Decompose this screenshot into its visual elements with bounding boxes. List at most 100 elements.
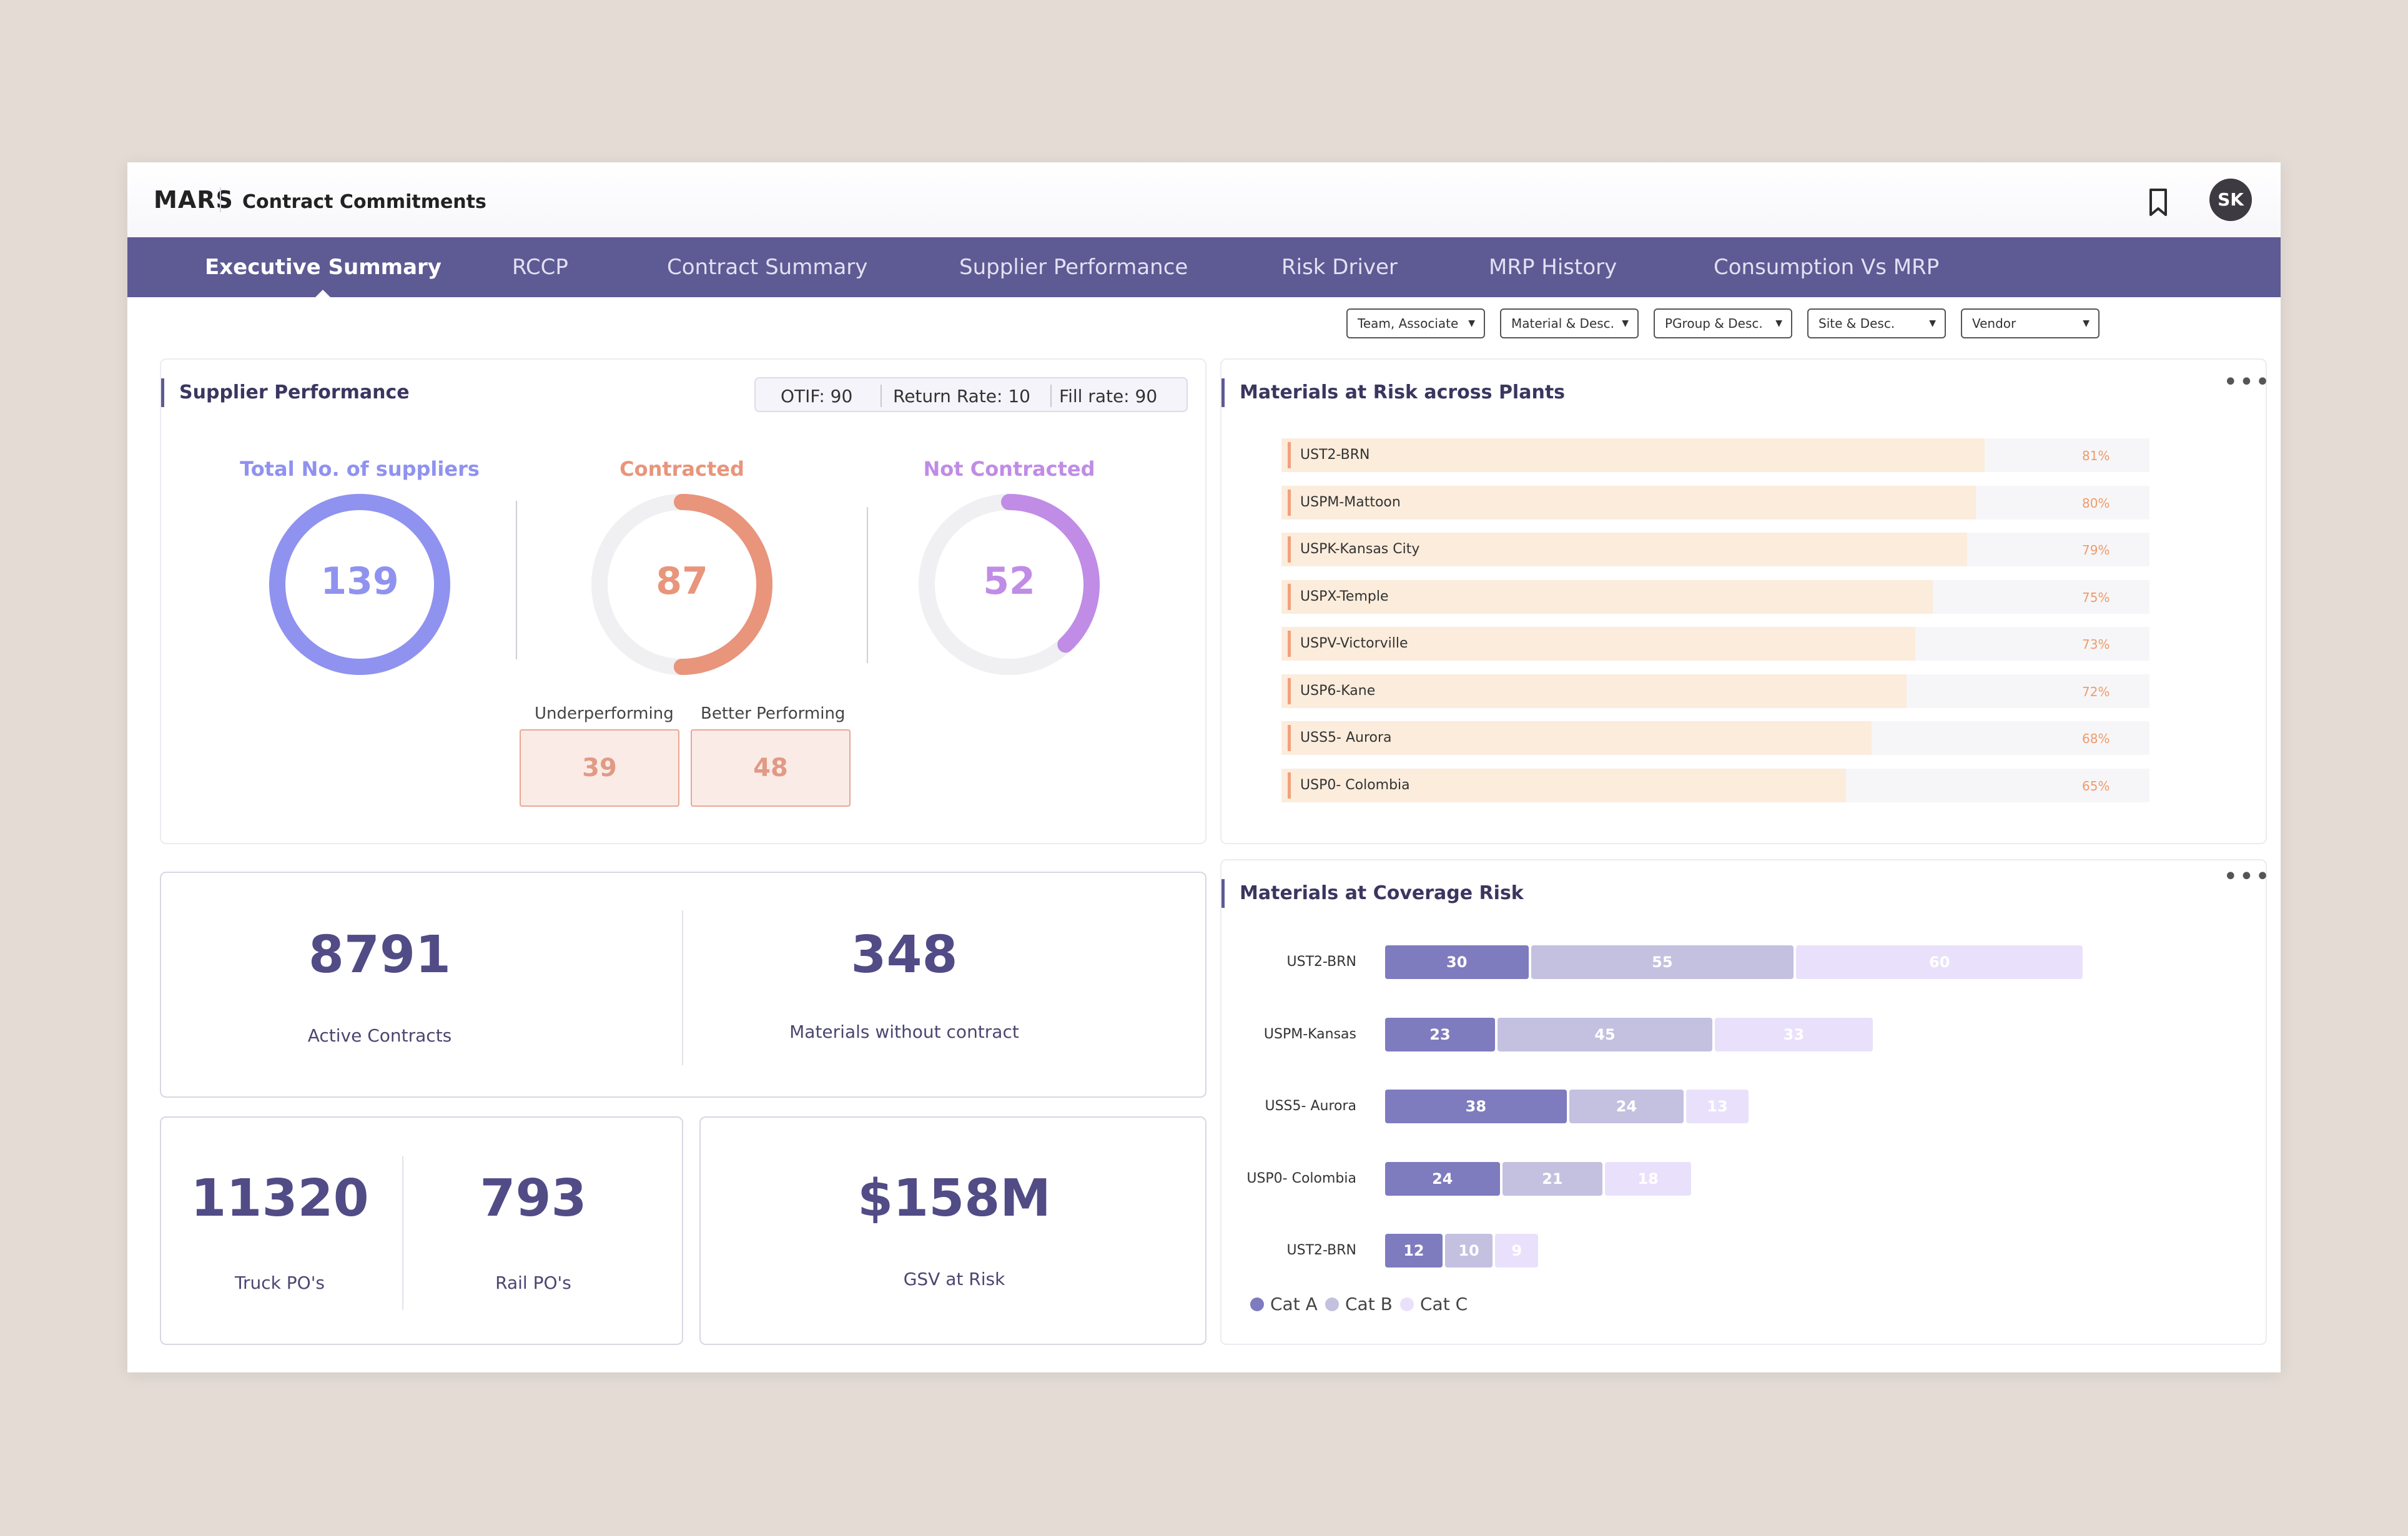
total-suppliers-label: Total No. of suppliers bbox=[240, 457, 480, 481]
contracted-value: 87 bbox=[656, 559, 708, 603]
coverage-bar-segment[interactable]: 38 bbox=[1385, 1090, 1567, 1123]
coverage-bar-segment[interactable]: 21 bbox=[1502, 1161, 1603, 1196]
tab-contract-summary[interactable]: Contract Summary bbox=[667, 237, 867, 297]
app-title: Contract Commitments bbox=[242, 191, 486, 213]
more-options-icon[interactable]: ••• bbox=[2223, 864, 2271, 889]
coverage-bar-segment[interactable]: 18 bbox=[1605, 1161, 1691, 1196]
risk-bar-marker bbox=[1288, 442, 1291, 468]
tab-consumption-vs-mrp[interactable]: Consumption Vs MRP bbox=[1714, 237, 1939, 297]
coverage-category-label: UST2-BRN bbox=[1286, 954, 1357, 970]
risk-plant-name: USP6-Kane bbox=[1300, 682, 1376, 699]
coverage-bar-segment[interactable]: 23 bbox=[1385, 1017, 1495, 1051]
otif-value: OTIF: 90 bbox=[781, 386, 853, 406]
legend-label: Cat C bbox=[1420, 1294, 1468, 1314]
risk-bar-marker bbox=[1288, 536, 1291, 563]
coverage-bar-segment[interactable]: 12 bbox=[1385, 1234, 1443, 1268]
donut-divider bbox=[516, 501, 517, 659]
risk-row[interactable]: USPX-Temple 75% bbox=[1281, 579, 2149, 614]
brand-logo[interactable]: MARS bbox=[154, 186, 234, 214]
coverage-bar-segment[interactable]: 10 bbox=[1444, 1234, 1493, 1268]
brand-divider bbox=[220, 187, 221, 212]
risk-percentage: 80% bbox=[2082, 495, 2110, 511]
gsv-at-risk-value: $158M bbox=[857, 1169, 1051, 1228]
legend-dot-icon bbox=[1400, 1297, 1414, 1311]
risk-plant-name: USPM-Mattoon bbox=[1300, 494, 1401, 510]
risk-row[interactable]: USS5- Aurora 68% bbox=[1281, 721, 2149, 755]
risk-percentage: 72% bbox=[2082, 684, 2110, 699]
contracted-label: Contracted bbox=[619, 457, 744, 481]
risk-row[interactable]: USP0- Colombia 65% bbox=[1281, 768, 2149, 802]
filter-site-desc[interactable]: Site & Desc. ▼ bbox=[1807, 308, 1946, 338]
main-nav: Executive Summary RCCP Contract Summary … bbox=[127, 237, 2281, 298]
rail-po-value: 793 bbox=[480, 1169, 587, 1228]
coverage-bar-segment[interactable]: 33 bbox=[1715, 1017, 1873, 1051]
coverage-risk-card: Materials at Coverage Risk ••• UST2-BRN 3… bbox=[1220, 859, 2270, 1345]
tab-risk-driver[interactable]: Risk Driver bbox=[1281, 237, 1398, 297]
legend-item: Cat B bbox=[1325, 1294, 1393, 1314]
chip-divider bbox=[1050, 385, 1052, 407]
coverage-bar-segment[interactable]: 30 bbox=[1385, 945, 1529, 979]
bookmark-icon[interactable] bbox=[2146, 187, 2171, 217]
contracts-card: 8791 Active Contracts 348 Materials with… bbox=[160, 872, 1206, 1098]
gsv-card: $158M GSV at Risk bbox=[699, 1116, 1206, 1345]
more-options-icon[interactable]: ••• bbox=[2223, 370, 2271, 395]
filter-pgroup-desc[interactable]: PGroup & Desc. ▼ bbox=[1654, 308, 1792, 338]
filter-label: PGroup & Desc. bbox=[1665, 316, 1763, 331]
total-suppliers-value: 139 bbox=[320, 559, 399, 603]
active-contracts-label: Active Contracts bbox=[307, 1025, 452, 1046]
return-rate-value: Return Rate: 10 bbox=[893, 386, 1030, 406]
gsv-at-risk-label: GSV at Risk bbox=[903, 1269, 1005, 1289]
filter-label: Site & Desc. bbox=[1818, 316, 1895, 331]
card-title: Supplier Performance bbox=[161, 378, 410, 407]
risk-row[interactable]: UST2-BRN 81% bbox=[1281, 438, 2149, 472]
risk-bar-marker bbox=[1288, 677, 1291, 704]
risk-row[interactable]: USPV-Victorville 73% bbox=[1281, 627, 2149, 661]
risk-row[interactable]: USPM-Mattoon 80% bbox=[1281, 485, 2149, 519]
tab-executive-summary[interactable]: Executive Summary bbox=[205, 237, 442, 298]
dropdown-caret-icon: ▼ bbox=[1929, 318, 1936, 328]
risk-plant-name: USPX-Temple bbox=[1300, 588, 1389, 604]
risk-row[interactable]: USP6-Kane 72% bbox=[1281, 674, 2149, 708]
dropdown-caret-icon: ▼ bbox=[2083, 318, 2090, 328]
underperforming-label: Underperforming bbox=[535, 704, 674, 723]
not-contracted-value: 52 bbox=[983, 559, 1035, 603]
coverage-bar-segment[interactable]: 9 bbox=[1495, 1234, 1539, 1268]
legend-dot-icon bbox=[1250, 1297, 1264, 1311]
risk-bar-marker bbox=[1288, 489, 1291, 516]
risk-plant-name: USP0- Colombia bbox=[1300, 777, 1410, 793]
tab-supplier-performance[interactable]: Supplier Performance bbox=[959, 237, 1188, 297]
coverage-bar-segment[interactable]: 45 bbox=[1497, 1017, 1713, 1051]
risk-bar-marker bbox=[1288, 583, 1291, 610]
better-performing-value[interactable]: 48 bbox=[691, 729, 851, 807]
truck-po-label: Truck PO's bbox=[235, 1273, 325, 1293]
filter-team-associate[interactable]: Team, Associate ▼ bbox=[1346, 308, 1485, 338]
fill-rate-value: Fill rate: 90 bbox=[1059, 386, 1158, 406]
filter-vendor[interactable]: Vendor ▼ bbox=[1961, 308, 2100, 338]
coverage-bar-segment[interactable]: 24 bbox=[1569, 1090, 1684, 1123]
risk-bar-marker bbox=[1288, 772, 1291, 799]
filter-label: Team, Associate bbox=[1358, 316, 1459, 331]
coverage-bar-segment[interactable]: 13 bbox=[1686, 1090, 1749, 1123]
underperforming-value[interactable]: 39 bbox=[520, 729, 679, 807]
coverage-bar-segment[interactable]: 55 bbox=[1531, 945, 1794, 979]
risk-bar-marker bbox=[1288, 631, 1291, 657]
materials-risk-card: Materials at Risk across Plants ••• UST2… bbox=[1220, 358, 2270, 844]
risk-plant-name: USPK-Kansas City bbox=[1300, 541, 1420, 557]
coverage-category-label: USS5- Aurora bbox=[1265, 1098, 1356, 1114]
risk-row[interactable]: USPK-Kansas City 79% bbox=[1281, 533, 2149, 566]
legend-item: Cat A bbox=[1250, 1294, 1318, 1314]
active-contracts-value: 8791 bbox=[308, 925, 452, 985]
filter-material-desc[interactable]: Material & Desc. ▼ bbox=[1500, 308, 1639, 338]
app-window: MARS Contract Commitments SK Executive S… bbox=[127, 162, 2281, 1372]
user-avatar[interactable]: SK bbox=[2209, 179, 2252, 221]
coverage-bar-segment[interactable]: 24 bbox=[1385, 1161, 1500, 1196]
risk-percentage: 73% bbox=[2082, 637, 2110, 652]
coverage-bar-segment[interactable]: 60 bbox=[1796, 945, 2083, 979]
tab-rccp[interactable]: RCCP bbox=[512, 237, 568, 297]
tab-mrp-history[interactable]: MRP History bbox=[1489, 237, 1617, 297]
materials-without-contract-label: Materials without contract bbox=[789, 1022, 1019, 1042]
contracts-divider bbox=[682, 910, 683, 1065]
dropdown-caret-icon: ▼ bbox=[1468, 318, 1475, 328]
materials-without-contract-value: 348 bbox=[851, 925, 958, 985]
supplier-performance-card: Supplier Performance OTIF: 90 Return Rat… bbox=[160, 358, 1206, 844]
